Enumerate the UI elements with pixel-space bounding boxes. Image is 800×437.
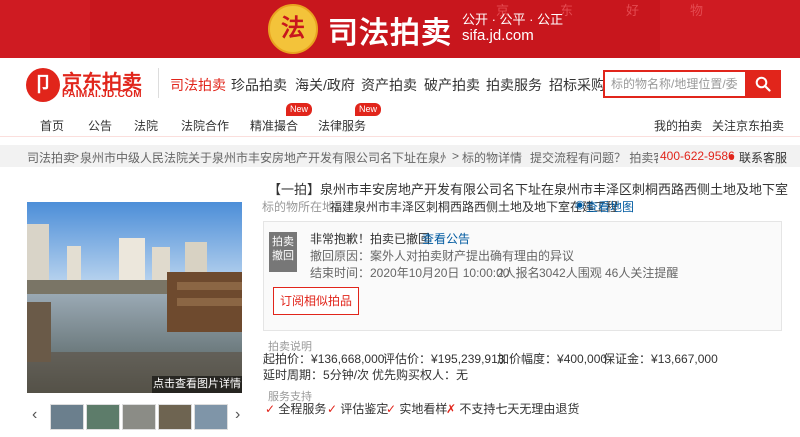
subnav-notices[interactable]: 公告 bbox=[88, 117, 112, 134]
priority-buyer: 优先购买权人：无 bbox=[372, 368, 469, 382]
search-icon bbox=[755, 76, 771, 92]
cross-icon: ✗ bbox=[446, 402, 457, 416]
nav-customs-gov[interactable]: 海关/政府 bbox=[295, 75, 355, 95]
contact-service-link[interactable]: 联系客服 bbox=[739, 149, 787, 166]
gallery-thumbnail[interactable] bbox=[86, 404, 120, 430]
court-emblem-icon: 法 bbox=[268, 4, 318, 54]
nav-asset-auction[interactable]: 资产拍卖 bbox=[361, 75, 417, 95]
new-badge: New bbox=[355, 103, 382, 116]
banner-ghost-text: 好 bbox=[626, 3, 640, 18]
map-pin-icon: ◉ bbox=[575, 199, 585, 211]
check-icon: ✓ bbox=[265, 402, 276, 416]
nav-judicial-auction[interactable]: 司法拍卖 bbox=[170, 75, 226, 95]
view-photo-details-button[interactable]: 点击查看图片详情 bbox=[152, 376, 242, 393]
watcher-count: 3042人围观 bbox=[539, 266, 602, 280]
breadcrumb-separator: > bbox=[72, 149, 80, 163]
withdraw-reason: 撤回原因：案外人对拍卖财产提出确有理由的异议 bbox=[310, 249, 575, 263]
gallery-thumbnail[interactable] bbox=[122, 404, 156, 430]
my-auctions-link[interactable]: 我的拍卖 bbox=[654, 117, 702, 134]
appraisal-price: 评估价：¥195,239,913 bbox=[383, 352, 505, 366]
main-photo[interactable] bbox=[27, 202, 242, 393]
lot-title: 【一拍】泉州市丰安房地产开发有限公司名下址在泉州市丰泽区刺桐西路西侧土地及地下室… bbox=[268, 179, 788, 198]
subnav-divider bbox=[0, 136, 800, 137]
extension-period: 延时周期：5分钟/次 bbox=[263, 368, 370, 382]
subnav-legal-service[interactable]: 法律服务 bbox=[318, 117, 366, 134]
nav-bidding-procurement[interactable]: 招标采购 bbox=[549, 75, 605, 95]
gallery-next-icon[interactable]: › bbox=[235, 406, 240, 424]
withdrawn-notice: 非常抱歉！拍卖已撤回 bbox=[310, 232, 431, 246]
deposit: 保证金：¥13,667,000 bbox=[603, 352, 718, 366]
jd-auction-logo-icon[interactable]: 卩 bbox=[26, 68, 60, 102]
subscribe-similar-button[interactable]: 订阅相似拍品 bbox=[273, 287, 359, 315]
view-map-link[interactable]: 查看地图 bbox=[586, 198, 634, 215]
breadcrumb-notice[interactable]: 泉州市中级人民法院关于泉州市丰安房地产开发有限公司名下址在泉州市丰泽区刺 bbox=[80, 149, 446, 166]
banner-slogan: 公开 · 公平 · 公正 bbox=[462, 12, 564, 27]
nav-auction-service[interactable]: 拍卖服务 bbox=[486, 75, 542, 95]
signup-count: 2人报名 bbox=[497, 266, 540, 280]
logo-subtext: PAIMAI.JD.COM bbox=[62, 89, 142, 100]
search-input[interactable] bbox=[603, 70, 751, 98]
banner-ghost-text: 物 bbox=[690, 3, 704, 18]
banner-title: 司法拍卖 bbox=[328, 16, 452, 51]
gallery-thumbnail[interactable] bbox=[158, 404, 192, 430]
status-badge-line: 拍卖 bbox=[272, 236, 294, 248]
gallery-prev-icon[interactable]: ‹ bbox=[32, 406, 37, 424]
status-badge: 拍卖 撤回 bbox=[269, 232, 297, 272]
breadcrumb-current: 标的物详情 bbox=[462, 151, 523, 165]
subnav-courts[interactable]: 法院 bbox=[134, 117, 158, 134]
logo-divider bbox=[158, 68, 159, 98]
service-item: ✗ 不支持七天无理由退货 bbox=[446, 402, 580, 416]
end-time: 结束时间：2020年10月20日 10:00:00 bbox=[310, 266, 510, 280]
chevron-down-icon: ▾ bbox=[698, 120, 703, 129]
lot-title-text: 泉州市丰安房地产开发有限公司名下址在泉州市丰泽区刺桐西路西侧土地及地下室在建工程 bbox=[320, 182, 788, 197]
breadcrumb-help-text: 提交流程有问题？ 拍卖客服热线： bbox=[530, 151, 658, 165]
banner-domain: sifa.jd.com bbox=[462, 27, 534, 44]
status-badge-line: 撤回 bbox=[272, 250, 294, 262]
nav-collectibles[interactable]: 珍品拍卖 bbox=[231, 75, 287, 95]
search-button[interactable] bbox=[745, 70, 781, 98]
auction-round-tag: 【一拍】 bbox=[268, 182, 321, 197]
gallery-thumbnail[interactable] bbox=[194, 404, 228, 430]
chat-icon: ● bbox=[728, 149, 736, 163]
hotline-number: 400-622-9586 bbox=[660, 149, 735, 163]
subnav-court-cooperation[interactable]: 法院合作 bbox=[181, 117, 229, 134]
bid-increment: 加价幅度：¥400,000 bbox=[497, 352, 608, 366]
subnav-precise-matching[interactable]: 精准撮合 bbox=[250, 117, 298, 134]
gallery-thumbnail[interactable] bbox=[50, 404, 84, 430]
breadcrumb-judicial-auction[interactable]: 司法拍卖 bbox=[27, 149, 75, 166]
new-badge: New bbox=[286, 103, 313, 116]
nav-bankruptcy-auction[interactable]: 破产拍卖 bbox=[424, 75, 480, 95]
check-icon: ✓ bbox=[327, 402, 338, 416]
service-item: ✓ 全程服务 bbox=[265, 402, 327, 416]
service-item: ✓ 评估鉴定 bbox=[327, 402, 389, 416]
breadcrumb-separator: > bbox=[452, 149, 460, 163]
view-announcement-link[interactable]: 查看公告 bbox=[422, 230, 470, 247]
service-item: ✓ 实地看样 bbox=[386, 402, 448, 416]
follow-jd-auction-link[interactable]: 关注京东拍卖 bbox=[712, 117, 784, 134]
subnav-home[interactable]: 首页 bbox=[40, 117, 64, 134]
check-icon: ✓ bbox=[386, 402, 397, 416]
reminder-count: 46人关注提醒 bbox=[605, 266, 679, 280]
start-price: 起拍价：¥136,668,000 bbox=[263, 352, 385, 366]
